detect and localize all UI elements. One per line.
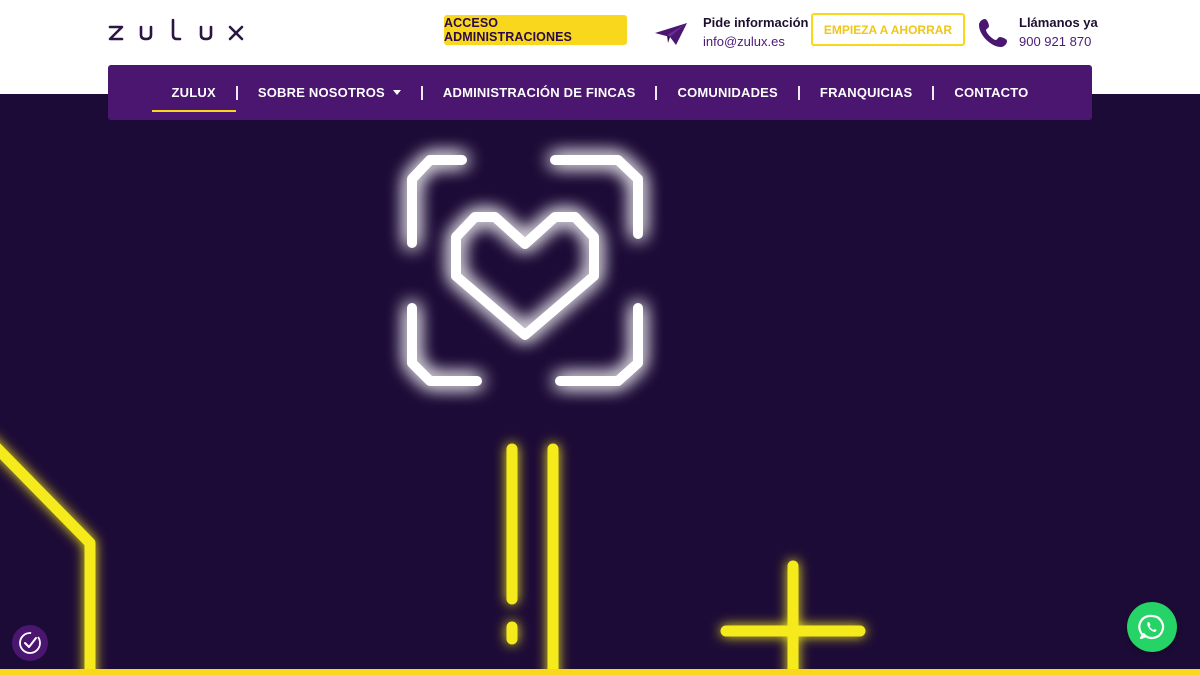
nav-item-label: ZULUX — [171, 85, 216, 100]
nav-item-comunidades[interactable]: COMUNIDADES — [657, 65, 797, 120]
nav-item-contacto[interactable]: CONTACTO — [934, 65, 1048, 120]
heart-frame-icon — [407, 155, 643, 386]
yellow-neon-lines — [0, 443, 866, 675]
empieza-a-ahorrar-button[interactable]: EMPIEZA A AHORRAR — [811, 13, 965, 46]
acceso-administraciones-button[interactable]: ACCESO ADMINISTRACIONES — [444, 15, 627, 45]
nav-item-zulux[interactable]: ZULUX — [151, 65, 237, 120]
main-navigation: ZULUX SOBRE NOSOTROS ADMINISTRACIÓN DE F… — [108, 65, 1092, 120]
nav-item-administracion-de-fincas[interactable]: ADMINISTRACIÓN DE FINCAS — [423, 65, 656, 120]
nav-item-label: SOBRE NOSOTROS — [257, 85, 385, 100]
nav-item-franquicias[interactable]: FRANQUICIAS — [800, 65, 932, 120]
phone-icon — [979, 19, 1007, 47]
zulux-logo[interactable] — [108, 18, 258, 44]
nav-item-label: COMUNIDADES — [677, 85, 778, 100]
nav-item-label: ADMINISTRACIÓN DE FINCAS — [442, 85, 636, 100]
whatsapp-button[interactable] — [1127, 602, 1177, 652]
nav-item-label: FRANQUICIAS — [819, 85, 913, 100]
hero-bottom-accent-line — [0, 669, 1200, 675]
chevron-down-icon — [392, 90, 401, 95]
nav-item-label: CONTACTO — [954, 85, 1029, 100]
accessibility-icon — [19, 632, 41, 654]
phone-number-link[interactable]: 900 921 870 — [1019, 34, 1091, 49]
paper-plane-icon — [655, 23, 687, 45]
accessibility-button[interactable] — [12, 625, 48, 661]
call-title: Llámanos ya — [1019, 15, 1098, 30]
hero-section — [0, 91, 1200, 675]
info-title: Pide información — [703, 15, 809, 30]
info-email-link[interactable]: info@zulux.es — [703, 34, 785, 49]
neon-illustration — [0, 155, 866, 675]
whatsapp-icon — [1138, 614, 1165, 640]
nav-item-sobre-nosotros[interactable]: SOBRE NOSOTROS — [238, 65, 421, 120]
